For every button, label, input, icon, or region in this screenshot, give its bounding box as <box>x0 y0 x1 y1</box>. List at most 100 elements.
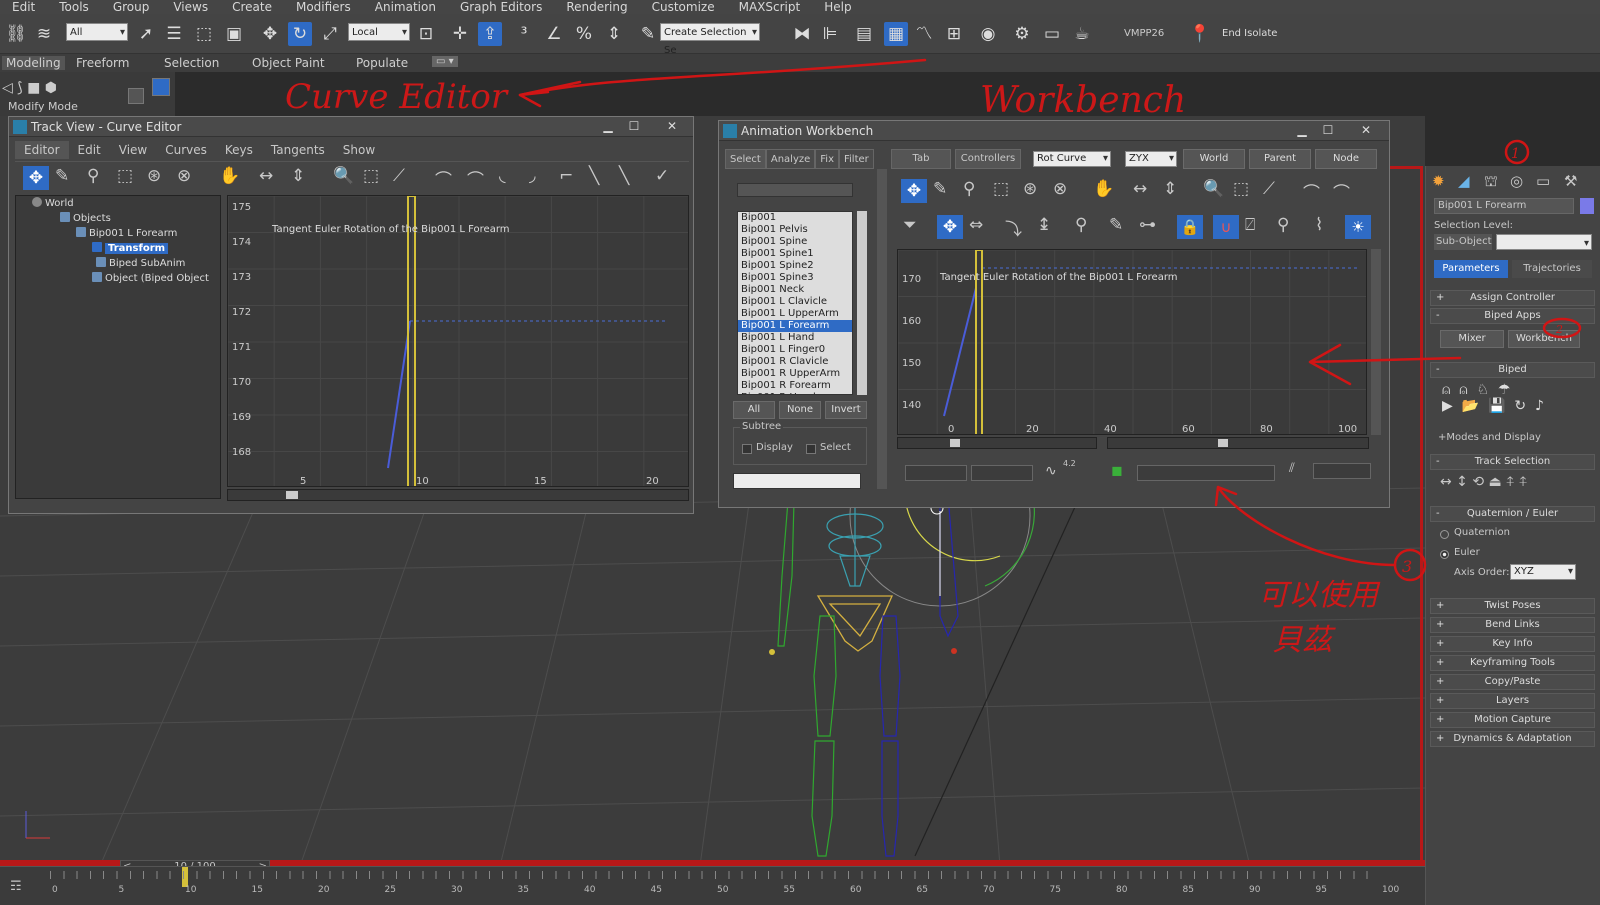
curve-editor-graph[interactable]: 175 174 173 172 171 170 169 168 5 10 15 20 Tangent … <box>227 195 689 487</box>
wb-tab-select[interactable]: Select <box>725 149 766 169</box>
bone-list-item[interactable]: Bip001 L Hand <box>738 332 852 344</box>
tangent-step-icon[interactable]: ⌐ <box>559 166 573 186</box>
rollout-quat-euler[interactable]: - Quaternion / Euler <box>1430 506 1595 522</box>
rollout-copy-paste[interactable]: + Copy/Paste <box>1430 674 1595 690</box>
zoom-region-icon[interactable]: ⬚ <box>363 166 379 186</box>
edit-poly-icons[interactable]: ◁ ⟆ ■ ⬢ <box>2 80 57 96</box>
workbench-button[interactable]: Workbench <box>1508 330 1580 348</box>
wb-tangent-custom-icon[interactable]: ⌒ <box>1333 179 1350 204</box>
wb-lock-icon[interactable]: 🔒 <box>1177 215 1203 239</box>
key-mode-icon[interactable]: ⇪ <box>478 22 502 46</box>
biped-tools-icons[interactable]: ⍝ ⍝ ♘ ☂ ▶ 📂 💾 ↻ ♪ <box>1442 382 1582 422</box>
ribbon-tab-modeling[interactable]: Modeling <box>2 56 65 70</box>
frame-values-icon[interactable]: ⇕ <box>291 166 305 186</box>
render-icon[interactable]: ☕ <box>1070 22 1094 46</box>
bone-list-item[interactable]: Bip001 R Hand <box>738 392 852 394</box>
wb-hscroll-1[interactable] <box>897 437 1097 449</box>
rollout-biped[interactable]: - Biped <box>1430 362 1595 378</box>
bone-list-item[interactable]: Bip001 L Finger0 <box>738 344 852 356</box>
render-setup-icon[interactable]: ⚙ <box>1010 22 1034 46</box>
modify-tab-icon[interactable]: ◢ <box>1458 172 1470 190</box>
pivot-icon[interactable]: ⊡ <box>414 22 438 46</box>
menu-group[interactable]: Group <box>101 0 162 14</box>
panel-toggle-icon[interactable] <box>128 88 144 104</box>
create-tab-icon[interactable]: ✹ <box>1432 172 1445 190</box>
hierarchy-tab-icon[interactable]: ⛫ <box>1484 172 1498 192</box>
menu-tools[interactable]: Tools <box>47 0 101 14</box>
space-parent-button[interactable]: Parent <box>1249 149 1311 169</box>
mirror-icon[interactable]: ⧓ <box>790 22 814 46</box>
rollout-biped-apps[interactable]: - Biped Apps <box>1430 308 1595 324</box>
curve-editor-scrollbar[interactable] <box>227 489 689 501</box>
menu-maxscript[interactable]: MAXScript <box>727 0 813 14</box>
close-button[interactable]: ✕ <box>661 119 683 134</box>
select-filter-icon[interactable]: ≋ <box>32 22 56 46</box>
utilities-tab-icon[interactable]: ⚒ <box>1564 172 1577 190</box>
reference-coordinate-dropdown[interactable]: Local <box>348 23 410 42</box>
bone-filter-field[interactable] <box>737 183 853 197</box>
menu-views[interactable]: Views <box>161 0 220 14</box>
left-panel-scrollbar[interactable] <box>877 169 887 489</box>
retime-icon[interactable]: ⊛ <box>147 166 161 186</box>
ce-menu-keys[interactable]: Keys <box>216 141 262 159</box>
show-tangents-icon[interactable]: ✓ <box>655 166 669 186</box>
wb-frame-field[interactable] <box>905 465 967 481</box>
draw-curves-icon[interactable]: ✎ <box>55 166 69 186</box>
workbench-window[interactable]: Animation Workbench ▁ ☐ ✕ Select Analyze F… <box>718 120 1390 508</box>
wb-tab-filter[interactable]: Filter <box>839 149 874 169</box>
wb-zoom-icon[interactable]: 🔍 <box>1203 179 1224 199</box>
display-tab-icon[interactable]: ▭ <box>1536 172 1550 190</box>
menu-customize[interactable]: Customize <box>640 0 727 14</box>
tree-node[interactable]: World <box>16 196 220 211</box>
wb-hscroll-1-thumb[interactable] <box>950 439 960 447</box>
tangent-auto-icon[interactable]: ⌒ <box>435 166 452 191</box>
ribbon-tab-selection[interactable]: Selection <box>164 56 219 70</box>
bone-list-item[interactable]: Bip001 Neck <box>738 284 852 296</box>
named-sets-icon[interactable]: ✎ <box>636 22 660 46</box>
wb-minimize-button[interactable]: ▁ <box>1291 123 1313 138</box>
bone-list-item[interactable]: Bip001 Spine3 <box>738 272 852 284</box>
rollout-motion-capture[interactable]: + Motion Capture <box>1430 712 1595 728</box>
wb-retime-icon[interactable]: ⊛ <box>1023 179 1037 199</box>
rollout-key-info[interactable]: + Key Info <box>1430 636 1595 652</box>
wb-slide-icon[interactable]: ⇔ <box>969 215 983 235</box>
manipulate-icon[interactable]: ✛ <box>448 22 472 46</box>
bone-list[interactable]: Bip001 Bip001 Pelvis Bip001 Spine Bip001 Sp… <box>737 211 853 395</box>
rollout-assign-controller[interactable]: + Assign Controller <box>1430 290 1595 306</box>
retime-all-icon[interactable]: ⊗ <box>177 166 191 186</box>
wb-retime-all-icon[interactable]: ⊗ <box>1053 179 1067 199</box>
rotate-icon[interactable]: ↻ <box>288 22 312 46</box>
rollout-track-selection[interactable]: - Track Selection <box>1430 454 1595 470</box>
wb-frame-v-icon[interactable]: ⇕ <box>1163 179 1177 199</box>
ribbon-tab-object-paint[interactable]: Object Paint <box>252 56 325 70</box>
ce-menu-view[interactable]: View <box>110 141 156 159</box>
align-icon[interactable]: ⊫ <box>818 22 842 46</box>
wb-hscroll-2[interactable] <box>1107 437 1369 449</box>
modes-display-label[interactable]: +Modes and Display <box>1438 432 1541 443</box>
euler-radio[interactable] <box>1440 550 1449 559</box>
space-world-button[interactable]: World <box>1183 149 1245 169</box>
wb-tab-analyze[interactable]: Analyze <box>765 149 816 169</box>
wb-tab-fix[interactable]: Fix <box>815 149 839 169</box>
workbench-bottom-dropdown[interactable] <box>733 473 861 489</box>
wb-move-keys-icon[interactable]: ✥ <box>901 179 927 203</box>
render-frame-icon[interactable]: ▭ <box>1040 22 1064 46</box>
list-none-button[interactable]: None <box>779 401 821 419</box>
region-keys-icon[interactable]: ⬚ <box>117 166 133 186</box>
subtree-display-checkbox[interactable] <box>742 444 752 454</box>
rollout-keyframing-tools[interactable]: + Keyframing Tools <box>1430 655 1595 671</box>
snaps-icon[interactable]: ³ <box>512 22 536 46</box>
rollout-dynamics-adaptation[interactable]: + Dynamics & Adaptation <box>1430 731 1595 747</box>
bone-list-item[interactable]: Bip001 Pelvis <box>738 224 852 236</box>
wb-light-icon[interactable]: ☀ <box>1345 215 1371 239</box>
scroll-thumb[interactable] <box>286 491 298 499</box>
menu-animation[interactable]: Animation <box>363 0 448 14</box>
material-editor-icon[interactable]: ◉ <box>976 22 1000 46</box>
motion-tab-icon[interactable]: ◎ <box>1510 172 1523 190</box>
wb-frame-h-icon[interactable]: ↔ <box>1133 179 1147 199</box>
angle-snap-icon[interactable]: ∠ <box>542 22 566 46</box>
ce-menu-editor[interactable]: Editor <box>15 141 69 159</box>
wb-abc-icon[interactable]: ⫽ <box>1289 461 1295 476</box>
track-selection-icons[interactable]: ↔ ↕ ⟲ ⏏ ⍏ ⍏ <box>1440 474 1527 490</box>
wb-value-field[interactable] <box>971 465 1033 481</box>
